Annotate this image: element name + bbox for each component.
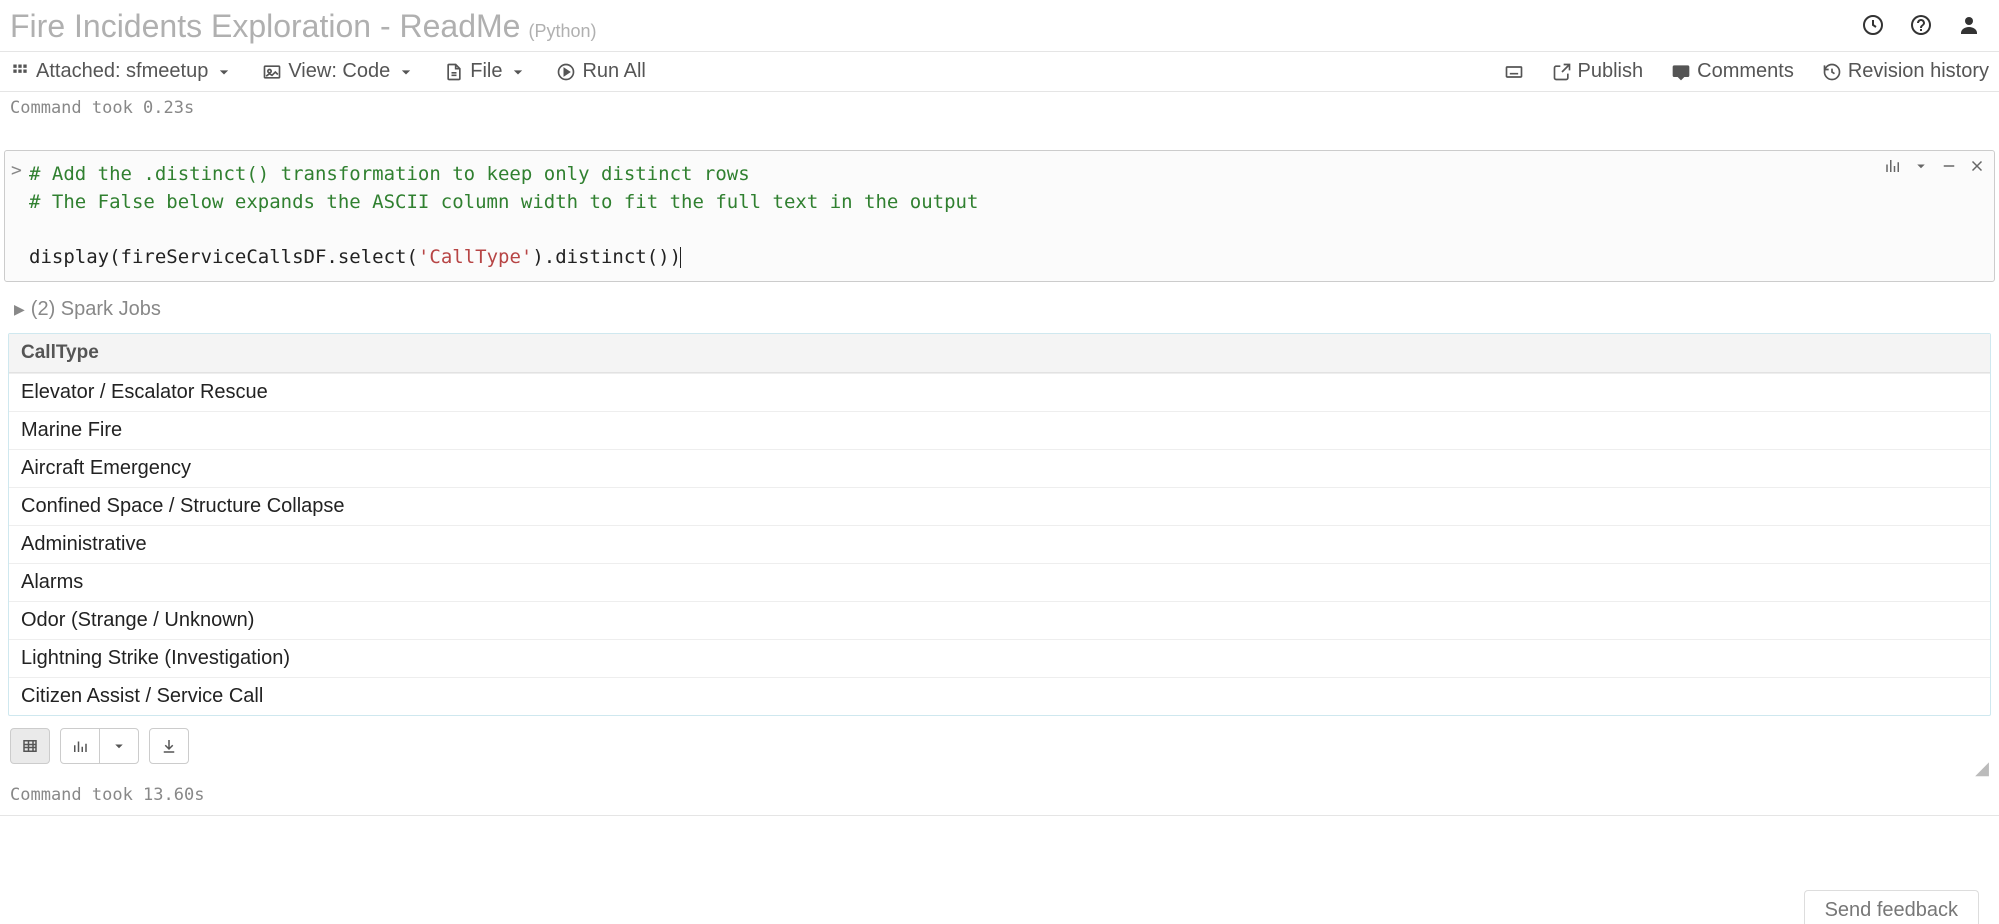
table-row[interactable]: Aircraft Emergency (9, 449, 1990, 487)
file-label: File (470, 60, 502, 83)
download-button[interactable] (149, 728, 189, 764)
recent-icon[interactable] (1861, 13, 1885, 42)
attached-dropdown[interactable]: Attached: sfmeetup (10, 60, 234, 83)
code-content[interactable]: # Add the .distinct() transformation to … (29, 161, 1980, 271)
chevron-down-icon (396, 62, 416, 82)
publish-label: Publish (1578, 60, 1644, 83)
table-row[interactable]: Marine Fire (9, 411, 1990, 449)
table-row[interactable]: Lightning Strike (Investigation) (9, 639, 1990, 677)
minimize-icon[interactable] (1940, 157, 1958, 180)
close-icon[interactable] (1968, 157, 1986, 180)
table-row[interactable]: Citizen Assist / Service Call (9, 677, 1990, 715)
attached-label: Attached: sfmeetup (36, 60, 208, 83)
view-label: View: Code (288, 60, 390, 83)
command-status-top: Command took 0.23s (0, 92, 1999, 124)
comments-button[interactable]: Comments (1671, 60, 1794, 83)
table-row[interactable]: Elevator / Escalator Rescue (9, 373, 1990, 411)
view-dropdown[interactable]: View: Code (262, 60, 416, 83)
table-row[interactable]: Alarms (9, 563, 1990, 601)
comments-label: Comments (1697, 60, 1794, 83)
chevron-down-icon (214, 62, 234, 82)
chevron-down-icon[interactable] (99, 729, 138, 763)
help-icon[interactable] (1909, 13, 1933, 42)
notebook-header: Fire Incidents Exploration - ReadMe (Pyt… (0, 0, 1999, 51)
resize-handle[interactable]: ◢ (0, 758, 1999, 779)
send-feedback-button[interactable]: Send feedback (1804, 890, 1979, 924)
chevron-down-icon (508, 62, 528, 82)
spark-jobs-label: (2) Spark Jobs (31, 298, 161, 321)
keyboard-icon[interactable] (1504, 62, 1524, 82)
caret-right-icon: ▶ (14, 301, 25, 318)
run-all-label: Run All (582, 60, 645, 83)
publish-button[interactable]: Publish (1552, 60, 1644, 83)
toolbar: Attached: sfmeetup View: Code File Run A… (0, 51, 1999, 92)
chart-view-button[interactable] (60, 728, 139, 764)
file-dropdown[interactable]: File (444, 60, 528, 83)
table-row[interactable]: Administrative (9, 525, 1990, 563)
run-all-button[interactable]: Run All (556, 60, 645, 83)
chart-icon[interactable] (1884, 157, 1902, 180)
revision-label: Revision history (1848, 60, 1989, 83)
chevron-down-icon[interactable] (1912, 157, 1930, 180)
notebook-language: (Python) (528, 21, 596, 42)
code-cell[interactable]: > # Add the .distinct() transformation t… (4, 150, 1995, 282)
cell-run-gutter[interactable]: > (11, 160, 22, 181)
command-status-bottom: Command took 13.60s (0, 779, 1999, 811)
table-view-button[interactable] (10, 728, 50, 764)
revision-history-button[interactable]: Revision history (1822, 60, 1989, 83)
output-table: CallType Elevator / Escalator RescueMari… (8, 333, 1991, 716)
table-row[interactable]: Odor (Strange / Unknown) (9, 601, 1990, 639)
table-row[interactable]: Confined Space / Structure Collapse (9, 487, 1990, 525)
notebook-title[interactable]: Fire Incidents Exploration - ReadMe (10, 8, 520, 45)
table-header[interactable]: CallType (9, 334, 1990, 373)
spark-jobs-toggle[interactable]: ▶ (2) Spark Jobs (0, 288, 1999, 327)
user-icon[interactable] (1957, 13, 1981, 42)
